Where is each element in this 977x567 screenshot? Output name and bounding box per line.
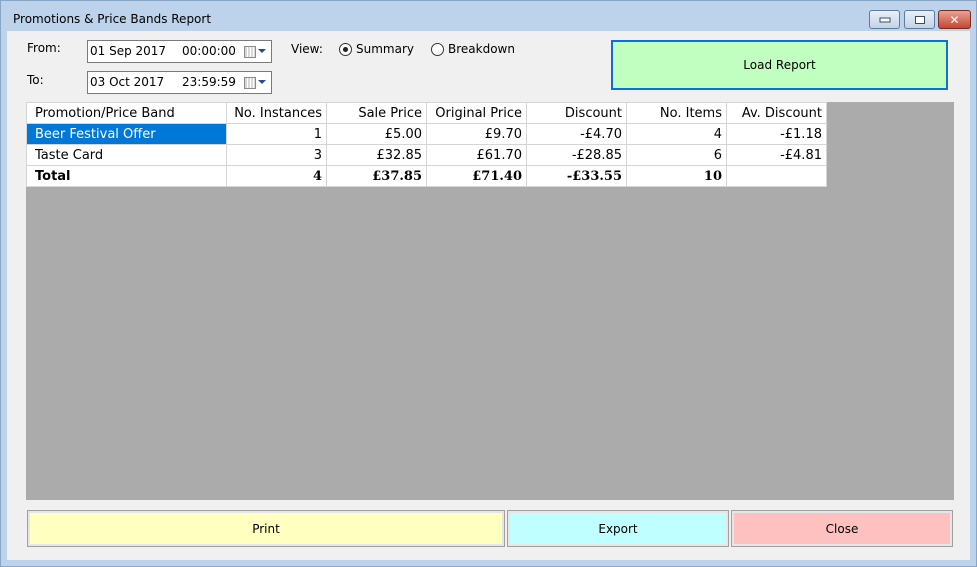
report-window: Promotions & Price Bands Report ✕ From: … xyxy=(0,0,977,567)
view-breakdown-label: Breakdown xyxy=(448,42,515,56)
table-cell[interactable]: Taste Card xyxy=(26,144,227,166)
table-cell[interactable]: -£4.81 xyxy=(726,144,827,166)
table-cell[interactable]: £32.85 xyxy=(326,144,427,166)
close-window-button[interactable]: ✕ xyxy=(938,10,971,29)
table-row[interactable]: Taste Card 3 £32.85 £61.70 -£28.85 6 -£4… xyxy=(26,144,827,166)
view-summary-radio[interactable]: Summary xyxy=(339,42,414,56)
radio-selected-icon xyxy=(339,42,352,56)
column-header[interactable]: Original Price xyxy=(426,102,527,124)
close-icon: ✕ xyxy=(949,12,960,27)
table-cell[interactable]: 10 xyxy=(626,165,727,187)
report-grid: Promotion/Price Band No. Instances Sale … xyxy=(26,102,954,500)
table-cell[interactable]: 6 xyxy=(626,144,727,166)
table-cell[interactable]: -£33.55 xyxy=(526,165,627,187)
table-header-row: Promotion/Price Band No. Instances Sale … xyxy=(26,102,827,124)
from-datetime-picker[interactable]: 01 Sep 2017 00:00:00 xyxy=(87,40,272,63)
table-cell[interactable]: -£28.85 xyxy=(526,144,627,166)
table-cell[interactable]: 1 xyxy=(226,123,327,145)
to-time: 23:59:59 xyxy=(182,75,236,89)
table-cell[interactable]: 4 xyxy=(226,165,327,187)
maximize-icon xyxy=(914,15,925,24)
view-label: View: xyxy=(291,42,323,56)
window-title: Promotions & Price Bands Report xyxy=(13,12,212,26)
to-datetime-picker[interactable]: 03 Oct 2017 23:59:59 xyxy=(87,71,272,94)
table-total-row[interactable]: Total 4 £37.85 £71.40 -£33.55 10 xyxy=(26,165,827,187)
load-report-button[interactable]: Load Report xyxy=(611,40,948,90)
column-header[interactable]: Sale Price xyxy=(326,102,427,124)
close-button[interactable]: Close xyxy=(731,510,953,547)
to-date: 03 Oct 2017 xyxy=(90,75,165,89)
chevron-down-icon[interactable] xyxy=(258,80,266,84)
to-label: To: xyxy=(27,73,44,87)
column-header[interactable]: Av. Discount xyxy=(726,102,827,124)
column-header[interactable]: No. Items xyxy=(626,102,727,124)
table-cell[interactable]: Beer Festival Offer xyxy=(26,123,227,145)
column-header[interactable]: Promotion/Price Band xyxy=(26,102,227,124)
minimize-button[interactable] xyxy=(869,10,900,29)
table-cell[interactable]: £61.70 xyxy=(426,144,527,166)
table-cell[interactable]: 3 xyxy=(226,144,327,166)
report-table: Promotion/Price Band No. Instances Sale … xyxy=(26,102,827,187)
table-cell[interactable]: £37.85 xyxy=(326,165,427,187)
export-button[interactable]: Export xyxy=(507,510,729,547)
table-cell[interactable]: 4 xyxy=(626,123,727,145)
calendar-icon[interactable] xyxy=(244,46,256,58)
table-cell[interactable] xyxy=(726,165,827,187)
title-bar[interactable]: Promotions & Price Bands Report ✕ xyxy=(1,1,976,35)
calendar-icon[interactable] xyxy=(244,77,256,89)
column-header[interactable]: Discount xyxy=(526,102,627,124)
table-cell[interactable]: -£4.70 xyxy=(526,123,627,145)
view-breakdown-radio[interactable]: Breakdown xyxy=(431,42,515,56)
maximize-button[interactable] xyxy=(904,10,935,29)
from-label: From: xyxy=(27,41,61,55)
table-cell[interactable]: Total xyxy=(26,165,227,187)
column-header[interactable]: No. Instances xyxy=(226,102,327,124)
table-cell[interactable]: £71.40 xyxy=(426,165,527,187)
table-cell[interactable]: £9.70 xyxy=(426,123,527,145)
table-cell[interactable]: £5.00 xyxy=(326,123,427,145)
chevron-down-icon[interactable] xyxy=(258,49,266,53)
table-cell[interactable]: -£1.18 xyxy=(726,123,827,145)
table-row[interactable]: Beer Festival Offer 1 £5.00 £9.70 -£4.70… xyxy=(26,123,827,145)
client-area: From: 01 Sep 2017 00:00:00 To: 03 Oct 20… xyxy=(7,31,970,560)
radio-unselected-icon xyxy=(431,42,444,56)
from-date: 01 Sep 2017 xyxy=(90,44,167,58)
view-summary-label: Summary xyxy=(356,42,414,56)
from-time: 00:00:00 xyxy=(182,44,236,58)
print-button[interactable]: Print xyxy=(27,510,505,547)
minimize-icon xyxy=(879,17,890,22)
